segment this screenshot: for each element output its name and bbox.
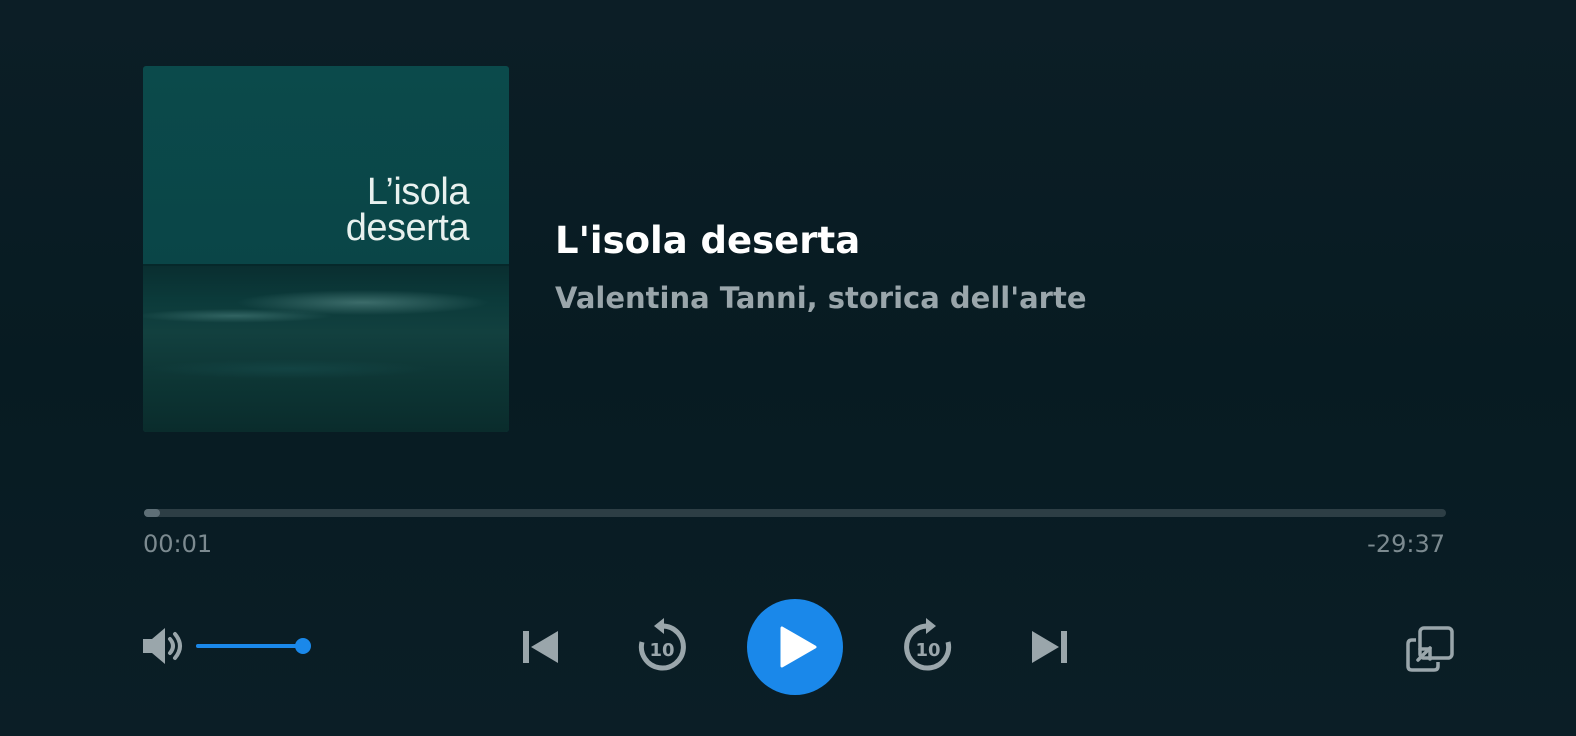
rewind-seconds-label: 10 (649, 640, 674, 661)
volume-knob[interactable] (295, 638, 311, 654)
popout-button[interactable] (1406, 626, 1454, 672)
forward-10-icon: 10 (904, 618, 952, 671)
audio-player: L’isola deserta L'isola deserta Valentin… (0, 0, 1576, 736)
cover-sea (143, 266, 509, 432)
cover-art: L’isola deserta (143, 66, 509, 432)
play-button[interactable] (747, 599, 843, 695)
cover-title: L’isola deserta (345, 171, 470, 249)
rewind-10-icon: 10 (638, 618, 686, 671)
volume-icon[interactable] (141, 626, 187, 666)
forward-10-button[interactable]: 10 (902, 618, 954, 674)
skip-next-icon (1032, 631, 1067, 663)
remaining-time: -29:37 (1367, 530, 1445, 558)
play-icon (780, 626, 817, 668)
forward-seconds-label: 10 (915, 640, 940, 661)
elapsed-time: 00:01 (143, 530, 213, 558)
rewind-10-button[interactable]: 10 (636, 618, 688, 674)
progress-fill (144, 509, 160, 517)
progress-bar[interactable] (144, 509, 1446, 517)
popout-icon (1406, 626, 1454, 672)
volume-fill (196, 644, 303, 648)
skip-previous-icon (523, 631, 558, 663)
episode-author: Valentina Tanni, storica dell'arte (555, 281, 1087, 315)
next-button[interactable] (1030, 628, 1068, 666)
previous-button[interactable] (522, 628, 560, 666)
volume-slider[interactable] (196, 638, 311, 654)
episode-title: L'isola deserta (555, 219, 861, 262)
